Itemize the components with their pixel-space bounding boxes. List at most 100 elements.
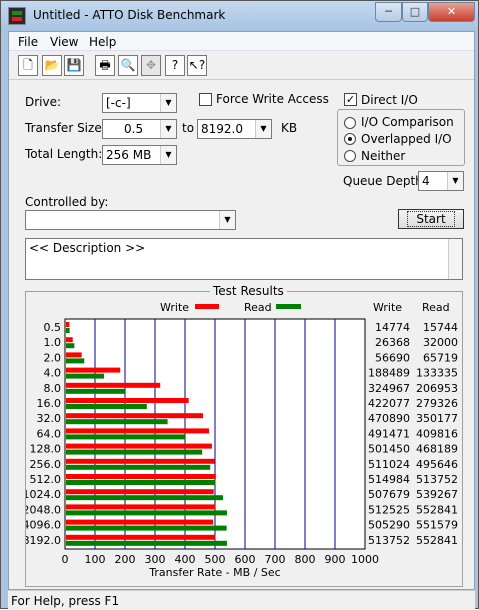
y-tick-label: 16.0 xyxy=(37,397,62,410)
write-bar xyxy=(66,382,161,388)
write-bar xyxy=(66,504,216,510)
read-value: 539267 xyxy=(416,488,458,501)
x-tick-label: 500 xyxy=(205,553,226,566)
force-write-checkbox[interactable] xyxy=(199,93,212,106)
x-tick-label: 400 xyxy=(175,553,196,566)
move-icon[interactable]: ✥ xyxy=(141,55,161,76)
read-bar xyxy=(66,373,105,379)
chevron-down-icon[interactable]: ▼ xyxy=(447,172,463,190)
read-value: 206953 xyxy=(416,382,458,395)
toolbar: 🗋 📂 💾 🖶 🔍 ✥ ? ↖? xyxy=(9,52,474,80)
y-tick-label: 8.0 xyxy=(44,382,62,395)
read-value: 551579 xyxy=(416,519,458,532)
write-bar xyxy=(66,519,214,525)
x-tick-label: 700 xyxy=(265,553,286,566)
menu-view[interactable]: View xyxy=(50,35,78,49)
write-value: 56690 xyxy=(375,351,410,364)
chevron-down-icon[interactable]: ▼ xyxy=(160,94,176,112)
client-area: File View Help 🗋 📂 💾 🖶 🔍 ✥ ? ↖? Drive: [… xyxy=(8,31,475,590)
read-value: 513752 xyxy=(416,473,458,486)
drive-value: [-c-] xyxy=(106,96,131,110)
menu-help[interactable]: Help xyxy=(89,35,116,49)
read-value: 65719 xyxy=(423,351,458,364)
chevron-down-icon[interactable]: ▼ xyxy=(160,146,176,164)
total-length-label: Total Length: xyxy=(25,147,103,161)
context-help-icon[interactable]: ↖? xyxy=(187,55,207,76)
read-bar xyxy=(66,358,85,364)
column-header-write: Write xyxy=(373,301,402,314)
x-tick-label: 800 xyxy=(295,553,316,566)
drive-select[interactable]: [-c-] ▼ xyxy=(102,93,177,113)
legend-write-swatch xyxy=(195,304,219,309)
help-icon[interactable]: ? xyxy=(165,55,185,76)
minimize-button[interactable]: ─ xyxy=(375,2,402,22)
transfer-size-from-select[interactable]: 0.5 ▼ xyxy=(102,119,177,139)
y-tick-label: 128.0 xyxy=(30,443,62,456)
maximize-button[interactable]: □ xyxy=(402,2,428,22)
print-icon[interactable]: 🖶 xyxy=(95,55,115,76)
open-icon[interactable]: 📂 xyxy=(42,55,62,76)
write-value: 324967 xyxy=(368,382,410,395)
read-bar xyxy=(66,510,227,516)
app-window: Untitled - ATTO Disk Benchmark ─ □ ✕ Fil… xyxy=(0,0,479,610)
save-icon[interactable]: 💾 xyxy=(64,55,84,76)
write-bar xyxy=(66,428,209,434)
transfer-to-value: 8192.0 xyxy=(201,122,243,136)
y-tick-label: 2048.0 xyxy=(26,503,61,516)
read-value: 279326 xyxy=(416,397,458,410)
direct-io-checkbox[interactable]: ✓ xyxy=(344,93,357,106)
chevron-down-icon[interactable]: ▼ xyxy=(255,120,271,138)
write-bar xyxy=(66,489,214,495)
y-tick-label: 1.0 xyxy=(44,336,62,349)
title-bar[interactable]: Untitled - ATTO Disk Benchmark ─ □ ✕ xyxy=(1,1,478,31)
results-title: Test Results xyxy=(210,284,287,298)
total-length-select[interactable]: 256 MB ▼ xyxy=(102,145,177,165)
overlapped-io-label: Overlapped I/O xyxy=(361,132,452,146)
to-label: to xyxy=(182,121,195,135)
description-box[interactable]: << Description >> xyxy=(25,238,463,280)
overlapped-io-radio[interactable] xyxy=(344,133,356,145)
read-bar xyxy=(66,540,227,546)
neither-radio[interactable] xyxy=(344,150,356,162)
force-write-label: Force Write Access xyxy=(216,92,329,106)
chevron-down-icon[interactable]: ▼ xyxy=(219,211,235,229)
read-value: 409816 xyxy=(416,427,458,440)
write-bar xyxy=(66,352,82,358)
legend-read-label: Read xyxy=(244,301,272,314)
write-value: 513752 xyxy=(368,534,410,547)
new-icon[interactable]: 🗋 xyxy=(18,55,38,76)
queue-depth-select[interactable]: 4 ▼ xyxy=(418,171,464,191)
write-bar xyxy=(66,413,203,419)
write-value: 188489 xyxy=(368,367,410,380)
write-value: 14774 xyxy=(375,321,410,334)
window-title: Untitled - ATTO Disk Benchmark xyxy=(33,8,226,22)
close-button[interactable]: ✕ xyxy=(428,2,475,22)
x-tick-label: 600 xyxy=(235,553,256,566)
read-value: 32000 xyxy=(423,336,458,349)
direct-io-label: Direct I/O xyxy=(361,93,418,107)
read-bar xyxy=(66,343,75,349)
chevron-down-icon[interactable]: ▼ xyxy=(160,120,176,138)
write-value: 511024 xyxy=(368,458,410,471)
results-chart: 0 100 200 300 400 500 600 700 800 900 1000 Transfer… xyxy=(23,301,459,579)
read-bar xyxy=(66,434,186,440)
write-value: 501450 xyxy=(368,443,410,456)
queue-depth-label: Queue Depth: xyxy=(343,174,427,188)
y-tick-label: 512.0 xyxy=(30,473,62,486)
menu-file[interactable]: File xyxy=(18,35,38,49)
menu-bar: File View Help xyxy=(9,32,474,51)
y-tick-label: 256.0 xyxy=(30,458,62,471)
y-tick-label: 1024.0 xyxy=(26,488,61,501)
print-preview-icon[interactable]: 🔍 xyxy=(118,55,138,76)
read-value: 552841 xyxy=(416,503,458,516)
description-scrollbar[interactable] xyxy=(448,239,462,279)
io-comparison-radio[interactable] xyxy=(344,117,356,129)
read-value: 133335 xyxy=(416,367,458,380)
start-button[interactable]: Start xyxy=(398,209,464,229)
legend-write-label: Write xyxy=(160,301,189,314)
read-bar xyxy=(66,328,70,333)
transfer-size-to-select[interactable]: 8192.0 ▼ xyxy=(197,119,272,139)
controlled-by-select[interactable]: ▼ xyxy=(25,210,236,230)
legend-read-swatch xyxy=(276,304,301,309)
write-bar xyxy=(66,322,70,327)
